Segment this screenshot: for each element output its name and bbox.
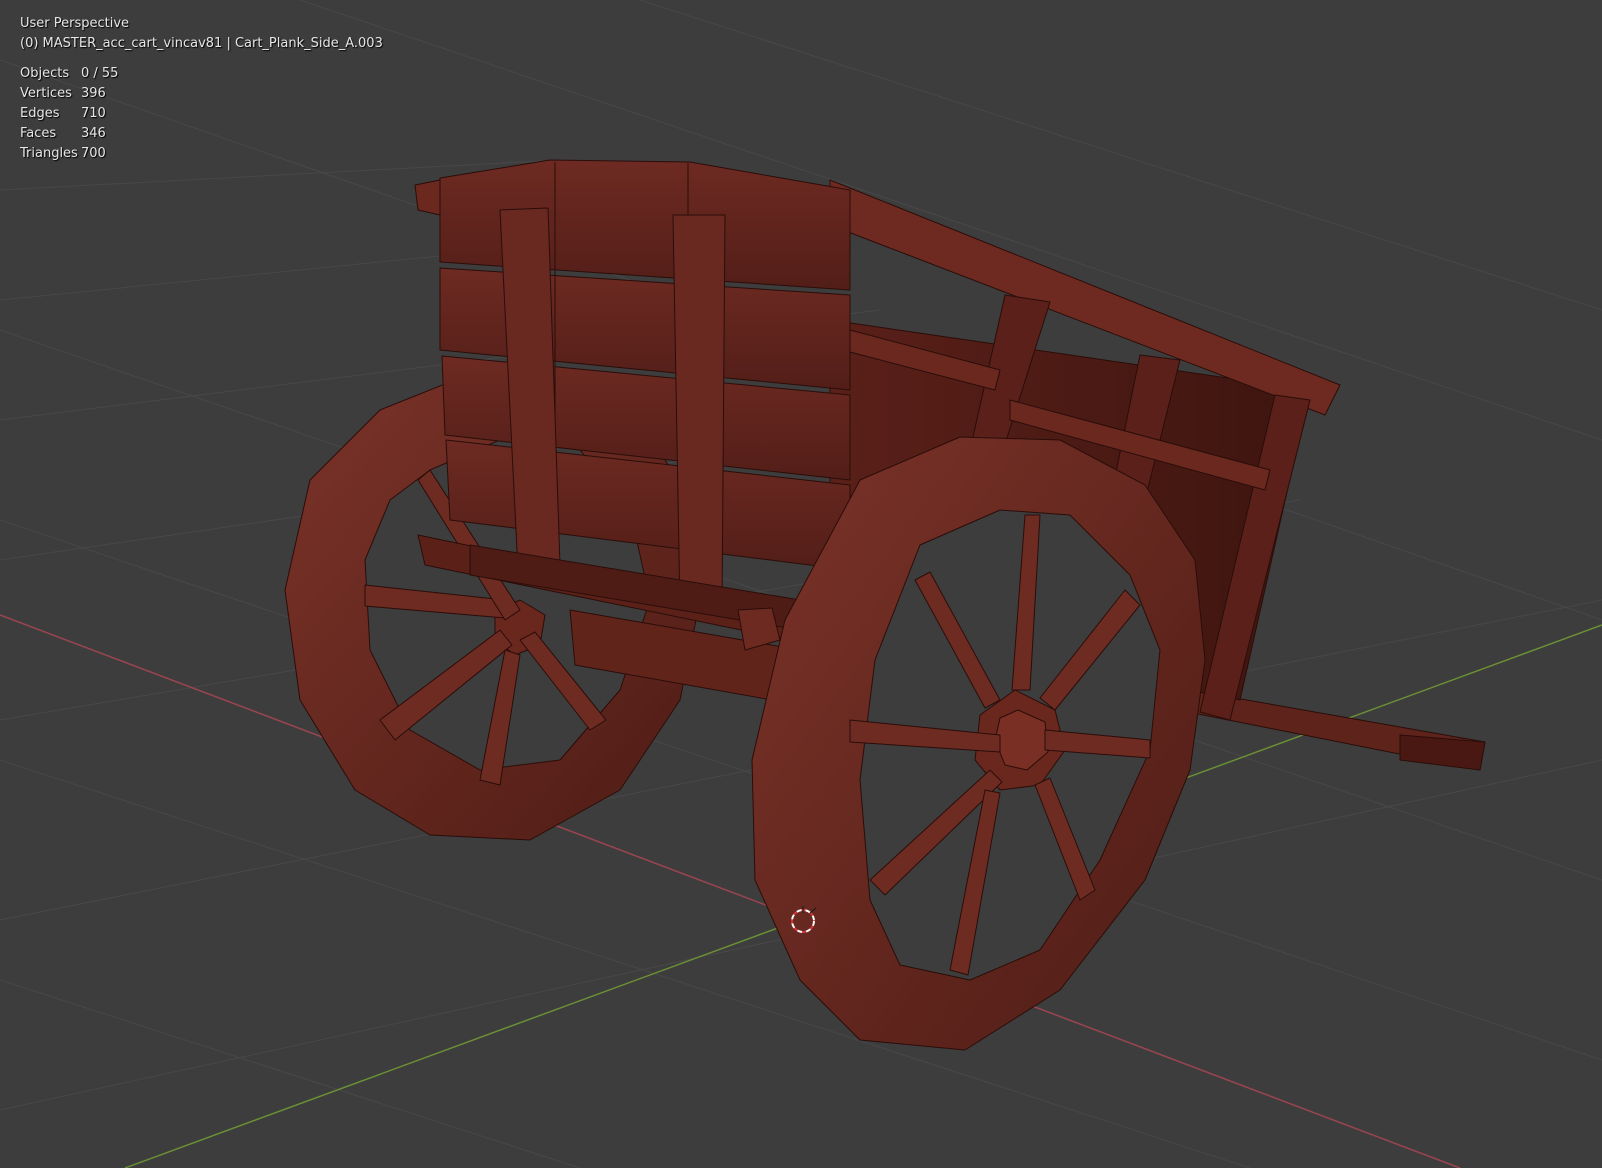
viewport-info-overlay: User Perspective (0) MASTER_acc_cart_vin… <box>20 14 383 164</box>
stat-value-objects: 0 / 55 <box>81 66 119 81</box>
stat-label-triangles: Triangles <box>20 146 78 161</box>
viewport-scene[interactable] <box>0 0 1602 1168</box>
scene-statistics: Objects 0 / 55 Vertices 396 Edges 710 Fa… <box>20 64 383 164</box>
stat-value-triangles: 700 <box>81 146 106 161</box>
stat-label-edges: Edges <box>20 106 60 121</box>
object-info: (0) MASTER_acc_cart_vincav81 | Cart_Plan… <box>20 36 383 51</box>
cart-model[interactable] <box>284 159 1486 1051</box>
stat-label-faces: Faces <box>20 126 57 141</box>
stat-value-faces: 346 <box>81 126 106 141</box>
stat-label-vertices: Vertices <box>20 86 72 101</box>
tail-board[interactable] <box>414 159 851 580</box>
stat-value-edges: 710 <box>81 106 106 121</box>
stat-label-objects: Objects <box>20 66 70 81</box>
stat-value-vertices: 396 <box>81 86 106 101</box>
3d-viewport[interactable]: User Perspective (0) MASTER_acc_cart_vin… <box>0 0 1602 1168</box>
view-name: User Perspective <box>20 16 130 31</box>
x-axis-line <box>0 614 1461 1168</box>
floor-grid <box>0 0 1602 1168</box>
